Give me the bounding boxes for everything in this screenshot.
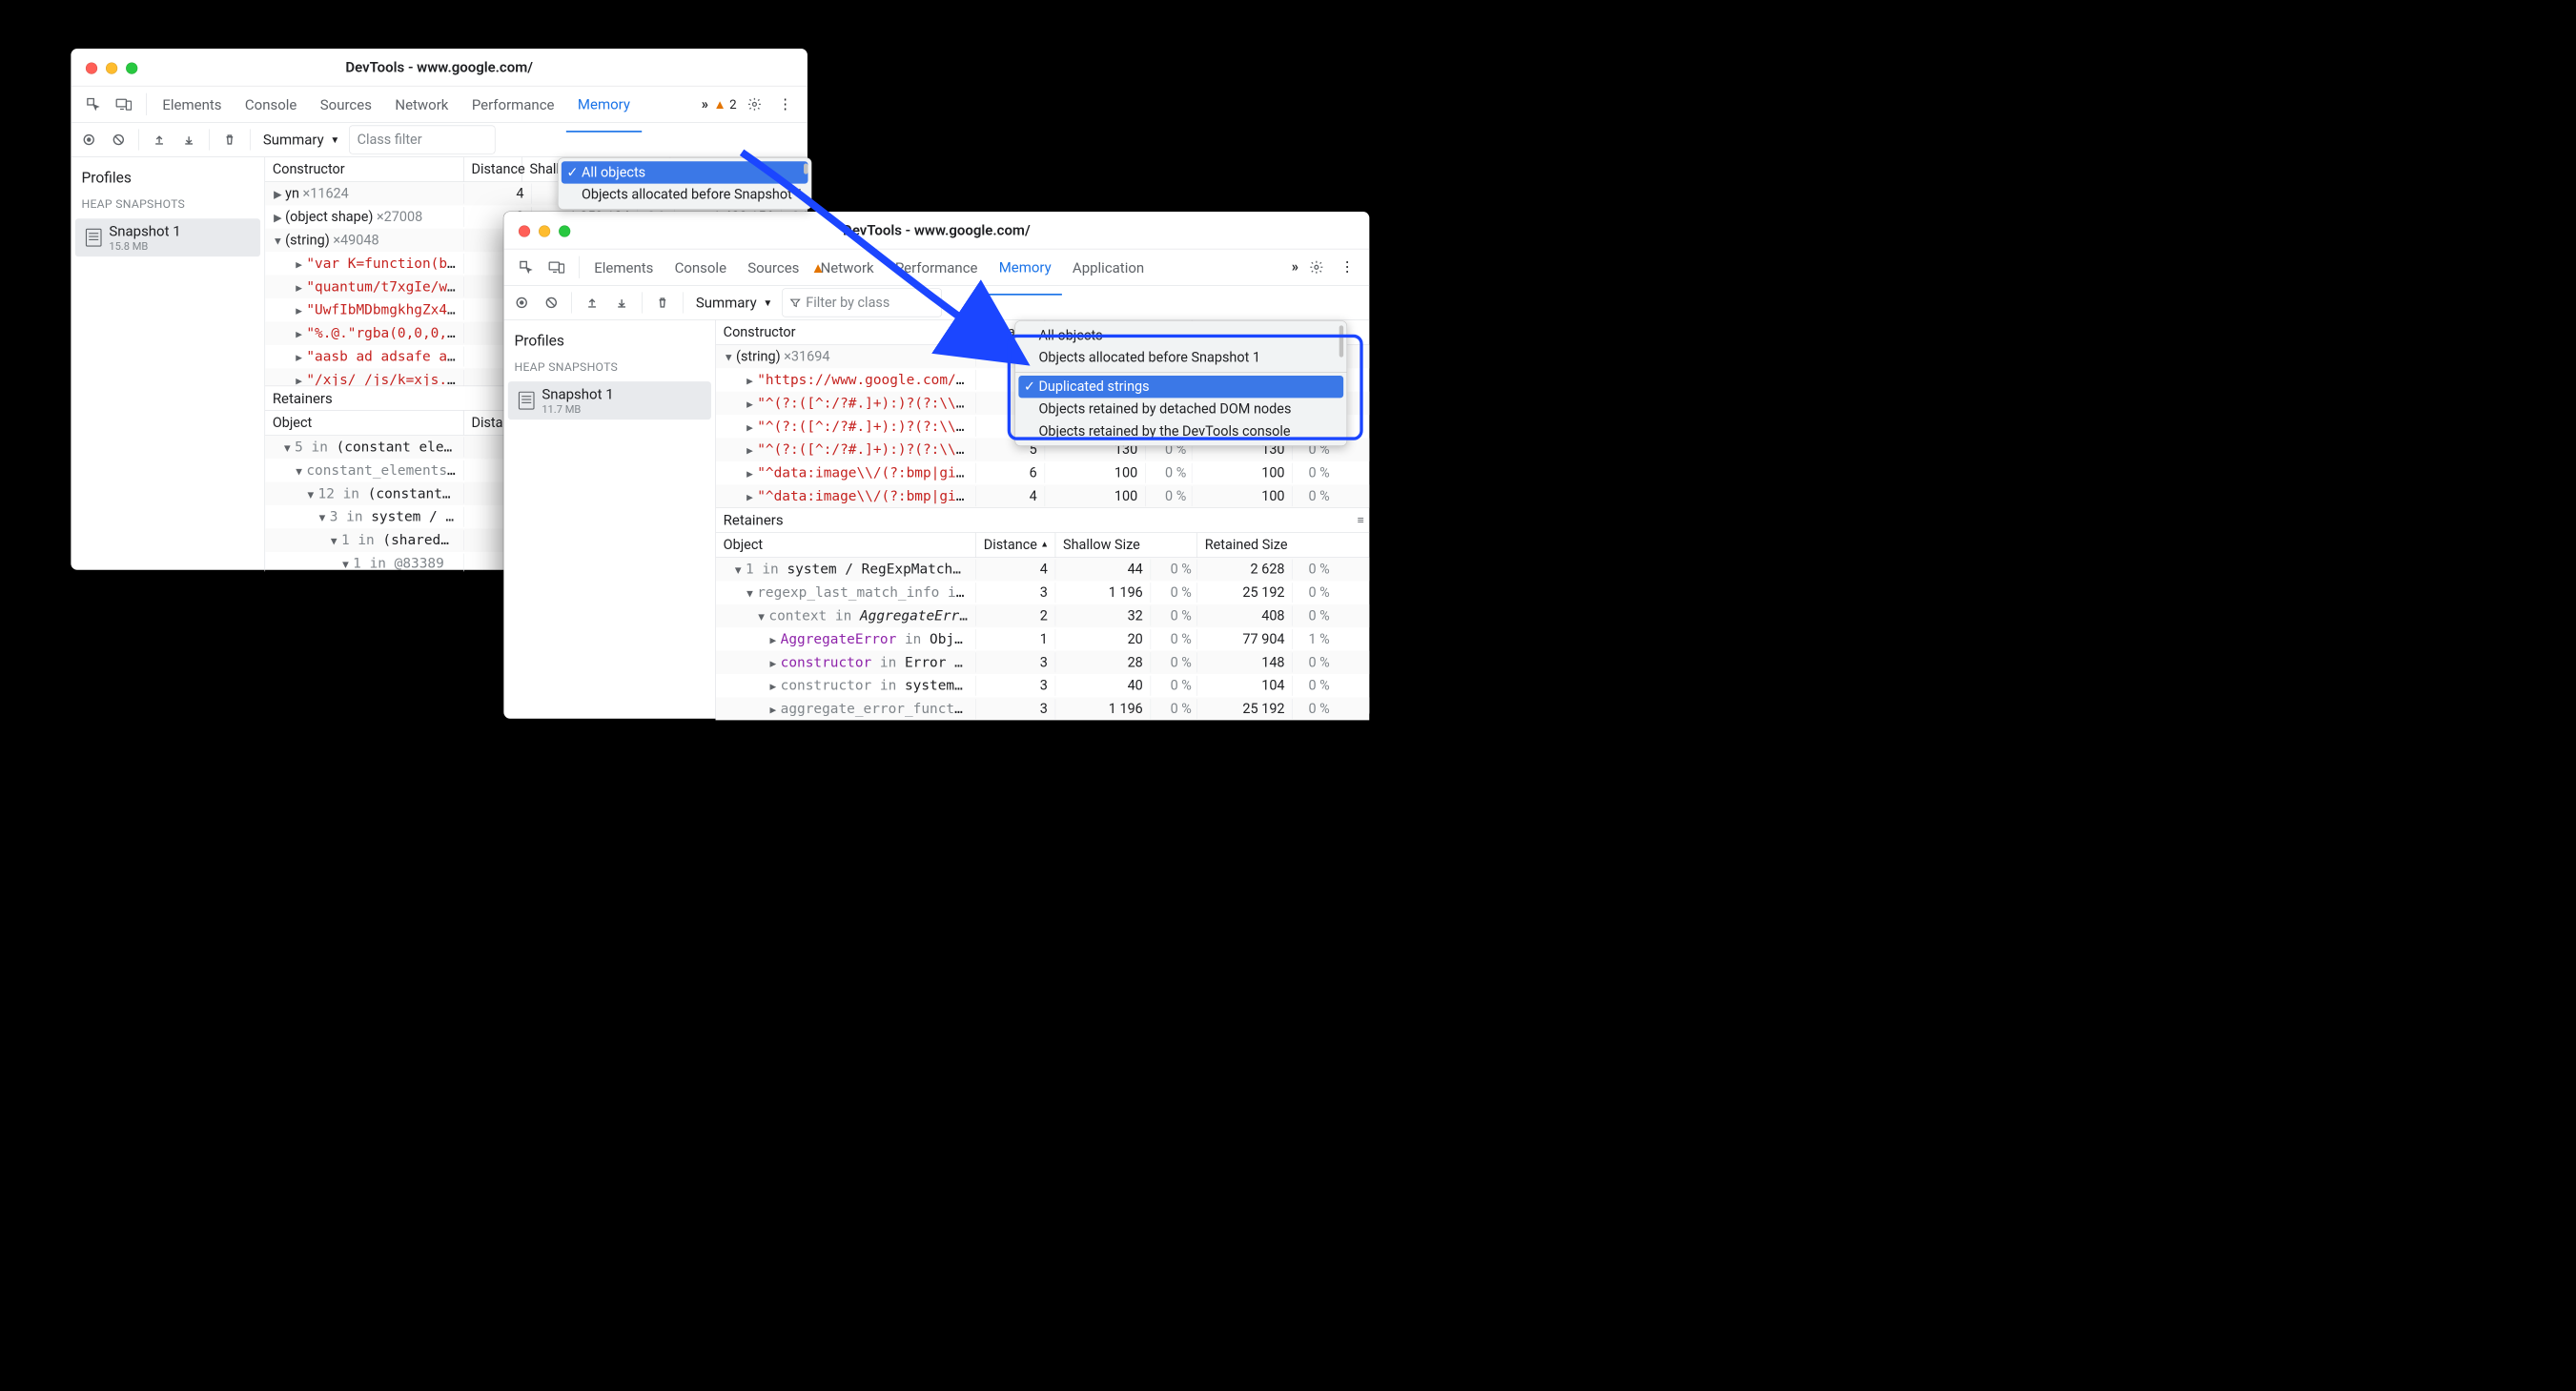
tabs-overflow-icon[interactable]: »: [1292, 259, 1298, 276]
profiles-heading: Profiles: [71, 157, 264, 198]
table-row[interactable]: ▶constructor in system / M3400 %1040 %: [716, 674, 1369, 697]
col-shallow[interactable]: Shallow Size: [1055, 533, 1197, 558]
col-object[interactable]: Object: [716, 533, 976, 558]
view-mode-label: Summary: [263, 132, 324, 149]
table-row[interactable]: ▼regexp_last_match_info in sys31 1960 %2…: [716, 581, 1369, 603]
class-filter-placeholder: Class filter: [358, 132, 422, 148]
window-minimize-button[interactable]: [539, 225, 550, 236]
tab-console[interactable]: Console: [664, 240, 737, 295]
inspect-element-icon[interactable]: [513, 256, 539, 277]
filter-option-detached-dom[interactable]: Objects retained by detached DOM nodes: [1015, 398, 1346, 419]
window-zoom-button[interactable]: [559, 225, 570, 236]
save-icon[interactable]: [176, 129, 202, 150]
profiles-sidebar: Profiles HEAP SNAPSHOTS Snapshot 1 11.7 …: [503, 320, 716, 721]
table-row[interactable]: ▶"^data:image\\/(?:bmp|gif|jpeg61000 %10…: [716, 461, 1369, 484]
retainers-menu-icon[interactable]: ≡: [1358, 513, 1364, 526]
table-row[interactable]: ▼context in AggregateError()2320 %4080 %: [716, 604, 1369, 627]
clear-icon[interactable]: [106, 129, 132, 150]
filter-option-duplicated-strings[interactable]: ✓ Duplicated strings: [1018, 376, 1343, 398]
retainers-header: Retainers ≡: [716, 507, 1369, 533]
window-zoom-button[interactable]: [126, 62, 137, 73]
tabs-overflow-icon[interactable]: »: [702, 96, 708, 113]
scrollbar[interactable]: [1339, 325, 1343, 357]
table-row[interactable]: ▶AggregateError in Object1200 %77 9041 %: [716, 627, 1369, 650]
snapshot-item[interactable]: Snapshot 1 11.7 MB: [508, 381, 711, 419]
col-retained[interactable]: Retained Size: [1197, 533, 1335, 558]
view-mode-dropdown[interactable]: Summary ▼: [257, 128, 345, 151]
profiles-heading: Profiles: [503, 320, 715, 361]
tab-application[interactable]: Application: [1062, 240, 1155, 295]
col-distance[interactable]: Distance▲: [976, 533, 1055, 558]
warning-icon: ▲: [714, 96, 726, 112]
table-row[interactable]: ▶"^data:image\\/(?:bmp|gif|jpeg41000 %10…: [716, 484, 1369, 507]
tab-performance[interactable]: Performance: [460, 77, 566, 132]
snapshot-name: Snapshot 1: [109, 223, 180, 240]
heap-snapshots-heading: HEAP SNAPSHOTS: [71, 198, 264, 216]
snapshot-file-icon: [86, 229, 102, 247]
snapshot-name: Snapshot 1: [542, 386, 613, 403]
tab-elements[interactable]: Elements: [151, 77, 234, 132]
window-minimize-button[interactable]: [106, 62, 117, 73]
snapshot-size: 11.7 MB: [542, 402, 613, 415]
warnings-count: 2: [729, 97, 736, 113]
tab-console[interactable]: Console: [234, 77, 309, 132]
tab-sources[interactable]: Sources: [309, 77, 384, 132]
filter-dropdown[interactable]: All objects Objects allocated before Sna…: [1014, 320, 1347, 446]
save-icon[interactable]: [609, 292, 635, 313]
tab-elements[interactable]: Elements: [583, 240, 664, 295]
record-icon[interactable]: [509, 292, 535, 313]
table-row[interactable]: ▶aggregate_error_function31 1960 %25 192…: [716, 697, 1369, 720]
check-icon: ✓: [1024, 378, 1035, 395]
load-icon[interactable]: [147, 129, 173, 150]
filter-option-before-snapshot[interactable]: Objects allocated before Snapshot 1: [1015, 347, 1346, 369]
warnings-badge[interactable]: ▲ 2: [714, 96, 737, 112]
gc-icon[interactable]: [650, 292, 676, 313]
settings-icon[interactable]: [1304, 256, 1330, 277]
more-menu-icon[interactable]: ⋮: [1335, 256, 1360, 277]
settings-icon[interactable]: [742, 93, 767, 114]
tab-memory[interactable]: Memory: [566, 76, 642, 132]
snapshot-size: 15.8 MB: [109, 239, 180, 252]
heap-snapshots-heading: HEAP SNAPSHOTS: [503, 361, 715, 379]
menu-divider: [1015, 372, 1346, 373]
gc-icon[interactable]: [217, 129, 243, 150]
snapshot-item[interactable]: Snapshot 1 15.8 MB: [75, 218, 260, 256]
window-title: DevTools - www.google.com/: [71, 59, 808, 76]
filter-option-all[interactable]: All objects: [1015, 324, 1346, 346]
table-row[interactable]: ▼1 in system / RegExpMatchInfo @4440 %2 …: [716, 558, 1369, 581]
annotation-arrow: [731, 142, 1032, 370]
window-close-button[interactable]: [519, 225, 530, 236]
col-distance[interactable]: Distance: [464, 157, 522, 182]
profiles-sidebar: Profiles HEAP SNAPSHOTS Snapshot 1 15.8 …: [71, 157, 265, 572]
record-icon[interactable]: [76, 129, 102, 150]
load-icon[interactable]: [580, 292, 605, 313]
more-menu-icon[interactable]: ⋮: [772, 93, 798, 114]
window-close-button[interactable]: [86, 62, 97, 73]
table-row[interactable]: ▶constructor in Error @5413280 %1480 %: [716, 651, 1369, 674]
devtools-tabs: Elements Console Sources Network Perform…: [71, 86, 808, 122]
col-constructor[interactable]: Constructor: [265, 157, 464, 182]
filter-option-console-retained[interactable]: Objects retained by the DevTools console: [1015, 420, 1346, 442]
col-object[interactable]: Object: [265, 411, 464, 436]
retainers-cols: Object Distance▲ Shallow Size Retained S…: [716, 533, 1369, 558]
snapshot-file-icon: [519, 392, 535, 410]
clear-icon[interactable]: [539, 292, 564, 313]
device-toggle-icon[interactable]: [544, 256, 570, 277]
check-icon: ✓: [566, 165, 578, 181]
chevron-down-icon: ▼: [330, 134, 339, 146]
inspect-element-icon[interactable]: [80, 93, 106, 114]
device-toggle-icon[interactable]: [112, 93, 137, 114]
tab-network[interactable]: Network: [383, 77, 460, 132]
